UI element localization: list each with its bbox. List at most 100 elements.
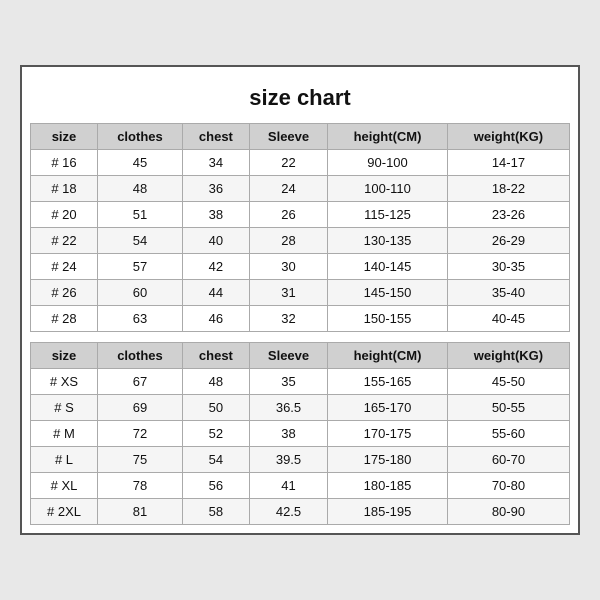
table-cell: 22 bbox=[249, 150, 327, 176]
table-cell: # XS bbox=[31, 369, 98, 395]
table-row: # 18483624100-11018-22 bbox=[31, 176, 570, 202]
table-cell: 150-155 bbox=[328, 306, 448, 332]
table-cell: 26-29 bbox=[447, 228, 569, 254]
table-cell: # 2XL bbox=[31, 499, 98, 525]
size-chart: size chart size clothes chest Sleeve hei… bbox=[20, 65, 580, 535]
table-cell: 50-55 bbox=[447, 395, 569, 421]
table-cell: 42 bbox=[182, 254, 249, 280]
table-cell: 24 bbox=[249, 176, 327, 202]
table-cell: 145-150 bbox=[328, 280, 448, 306]
table-cell: 30 bbox=[249, 254, 327, 280]
table-cell: 60 bbox=[97, 280, 182, 306]
table-cell: 34 bbox=[182, 150, 249, 176]
table-cell: # M bbox=[31, 421, 98, 447]
table-cell: 36 bbox=[182, 176, 249, 202]
table-cell: 14-17 bbox=[447, 150, 569, 176]
col-clothes-1: clothes bbox=[97, 124, 182, 150]
table-cell: # 28 bbox=[31, 306, 98, 332]
table-cell: 52 bbox=[182, 421, 249, 447]
table-cell: 54 bbox=[182, 447, 249, 473]
table-cell: 23-26 bbox=[447, 202, 569, 228]
table-cell: 140-145 bbox=[328, 254, 448, 280]
table-cell: 56 bbox=[182, 473, 249, 499]
table-cell: 36.5 bbox=[249, 395, 327, 421]
table-cell: 180-185 bbox=[328, 473, 448, 499]
table-cell: 38 bbox=[249, 421, 327, 447]
table-row: # 20513826115-12523-26 bbox=[31, 202, 570, 228]
table-cell: # 16 bbox=[31, 150, 98, 176]
table-cell: 81 bbox=[97, 499, 182, 525]
table-cell: 130-135 bbox=[328, 228, 448, 254]
table-cell: 170-175 bbox=[328, 421, 448, 447]
table-row: # 26604431145-15035-40 bbox=[31, 280, 570, 306]
table-row: # 2XL815842.5185-19580-90 bbox=[31, 499, 570, 525]
table-cell: 46 bbox=[182, 306, 249, 332]
table-row: # XS674835155-16545-50 bbox=[31, 369, 570, 395]
col-weight-1: weight(KG) bbox=[447, 124, 569, 150]
table-cell: # 20 bbox=[31, 202, 98, 228]
table-cell: # L bbox=[31, 447, 98, 473]
col-height-1: height(CM) bbox=[328, 124, 448, 150]
table-cell: # 18 bbox=[31, 176, 98, 202]
table-cell: 60-70 bbox=[447, 447, 569, 473]
col-size-1: size bbox=[31, 124, 98, 150]
table-cell: 35 bbox=[249, 369, 327, 395]
table-cell: # 26 bbox=[31, 280, 98, 306]
table-row: # 22544028130-13526-29 bbox=[31, 228, 570, 254]
table-cell: 42.5 bbox=[249, 499, 327, 525]
table-cell: 72 bbox=[97, 421, 182, 447]
col-size-2: size bbox=[31, 343, 98, 369]
table-cell: 100-110 bbox=[328, 176, 448, 202]
table-cell: 75 bbox=[97, 447, 182, 473]
table-cell: 40 bbox=[182, 228, 249, 254]
table-cell: 48 bbox=[97, 176, 182, 202]
table-cell: 51 bbox=[97, 202, 182, 228]
table-cell: # 22 bbox=[31, 228, 98, 254]
header-row-1: size clothes chest Sleeve height(CM) wei… bbox=[31, 124, 570, 150]
table-cell: 78 bbox=[97, 473, 182, 499]
table-cell: 38 bbox=[182, 202, 249, 228]
table-row: # 24574230140-14530-35 bbox=[31, 254, 570, 280]
col-chest-1: chest bbox=[182, 124, 249, 150]
table-cell: 90-100 bbox=[328, 150, 448, 176]
table-cell: 54 bbox=[97, 228, 182, 254]
table-cell: 39.5 bbox=[249, 447, 327, 473]
table-row: # 28634632150-15540-45 bbox=[31, 306, 570, 332]
table-cell: 41 bbox=[249, 473, 327, 499]
col-sleeve-2: Sleeve bbox=[249, 343, 327, 369]
table-cell: 55-60 bbox=[447, 421, 569, 447]
col-chest-2: chest bbox=[182, 343, 249, 369]
table-row: # 1645342290-10014-17 bbox=[31, 150, 570, 176]
table-row: # XL785641180-18570-80 bbox=[31, 473, 570, 499]
table-row: # S695036.5165-17050-55 bbox=[31, 395, 570, 421]
table-cell: 80-90 bbox=[447, 499, 569, 525]
table-cell: 44 bbox=[182, 280, 249, 306]
table-cell: 175-180 bbox=[328, 447, 448, 473]
table-cell: 31 bbox=[249, 280, 327, 306]
table-cell: 32 bbox=[249, 306, 327, 332]
table-cell: 35-40 bbox=[447, 280, 569, 306]
table-row: # M725238170-17555-60 bbox=[31, 421, 570, 447]
col-sleeve-1: Sleeve bbox=[249, 124, 327, 150]
table-cell: 45-50 bbox=[447, 369, 569, 395]
table-cell: # XL bbox=[31, 473, 98, 499]
table-cell: 45 bbox=[97, 150, 182, 176]
table-cell: 67 bbox=[97, 369, 182, 395]
table-cell: 115-125 bbox=[328, 202, 448, 228]
table-cell: 30-35 bbox=[447, 254, 569, 280]
table-cell: 28 bbox=[249, 228, 327, 254]
header-row-2: size clothes chest Sleeve height(CM) wei… bbox=[31, 343, 570, 369]
table-cell: 40-45 bbox=[447, 306, 569, 332]
table-cell: 69 bbox=[97, 395, 182, 421]
table-cell: 155-165 bbox=[328, 369, 448, 395]
col-weight-2: weight(KG) bbox=[447, 343, 569, 369]
table-row: # L755439.5175-18060-70 bbox=[31, 447, 570, 473]
table-cell: 70-80 bbox=[447, 473, 569, 499]
size-table: size clothes chest Sleeve height(CM) wei… bbox=[30, 123, 570, 525]
table-cell: 63 bbox=[97, 306, 182, 332]
col-height-2: height(CM) bbox=[328, 343, 448, 369]
chart-title: size chart bbox=[30, 75, 570, 123]
table-cell: 18-22 bbox=[447, 176, 569, 202]
table-cell: # 24 bbox=[31, 254, 98, 280]
table-cell: # S bbox=[31, 395, 98, 421]
